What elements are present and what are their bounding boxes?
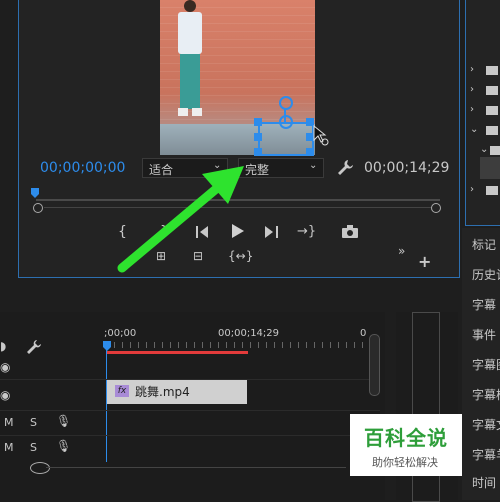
handle-tl[interactable]	[254, 118, 262, 126]
chevron-down-icon: ⌄	[309, 160, 318, 171]
duration-timecode: 00;00;14;29	[364, 160, 450, 176]
handle-bl[interactable]	[254, 148, 262, 156]
folder-icon	[486, 186, 498, 195]
expand-arrow-icon[interactable]: ›	[470, 64, 474, 75]
collapse-arrow-icon[interactable]: ⌄	[480, 144, 488, 155]
mute-label[interactable]: M	[4, 416, 14, 429]
microphone-icon[interactable]: 🎙	[56, 439, 71, 453]
folder-icon	[486, 86, 498, 95]
project-panel: › › › ⌄ ⌄ ›	[465, 0, 500, 226]
eye-icon[interactable]: ◉	[0, 388, 10, 402]
side-tab-list: 标记 历史记 字幕 事件 字幕图 字幕样 字幕文 字幕羊 时间	[462, 228, 500, 500]
tab-time[interactable]: 时间	[472, 474, 496, 491]
track-divider	[0, 435, 380, 436]
tab-markers[interactable]: 标记	[472, 236, 496, 253]
watermark-title: 百科全说	[364, 426, 448, 450]
go-to-out-icon[interactable]: →}	[297, 224, 316, 239]
zoom-handle-left[interactable]	[33, 203, 43, 213]
track-divider	[0, 410, 380, 411]
wrench-icon[interactable]	[26, 339, 42, 355]
annotation-arrow	[117, 166, 244, 273]
tab-caption-styles[interactable]: 字幕样	[472, 386, 500, 403]
mute-label[interactable]: M	[4, 441, 14, 454]
folder-icon	[490, 146, 500, 155]
fx-badge: fx	[115, 385, 129, 397]
rotation-handle[interactable]	[279, 96, 293, 110]
handle-ml[interactable]	[254, 133, 262, 141]
expand-arrow-icon[interactable]: ›	[470, 84, 474, 95]
folder-icon	[486, 126, 498, 135]
anchor-point[interactable]	[279, 115, 293, 129]
tab-caption-graphics[interactable]: 字幕图	[472, 356, 500, 373]
horizontal-scrollbar[interactable]	[30, 462, 50, 474]
ruler-start: ;00;00	[104, 328, 137, 339]
ruler-ticks[interactable]	[106, 342, 368, 348]
tab-caption-text[interactable]: 字幕文	[472, 416, 500, 433]
video-clip[interactable]: fx 跳舞.mp4	[107, 380, 247, 404]
rotate-cursor-icon	[313, 124, 329, 146]
wrench-icon[interactable]	[336, 158, 354, 176]
tab-captions[interactable]: 字幕	[472, 296, 496, 313]
playhead-line	[106, 350, 107, 462]
timeline-panel	[0, 312, 385, 500]
selected-row[interactable]	[480, 157, 500, 179]
watermark-subtitle: 助你轻松解决	[372, 456, 438, 469]
folder-icon	[486, 66, 498, 75]
person-figure	[176, 0, 204, 120]
ruler-end: 0	[360, 328, 367, 339]
tab-caption-extra[interactable]: 字幕羊	[472, 446, 500, 463]
work-area-bar[interactable]	[106, 351, 248, 354]
handle-br[interactable]	[306, 148, 314, 156]
more-icon[interactable]: »	[398, 244, 405, 258]
step-forward-icon[interactable]	[265, 226, 279, 238]
expand-arrow-icon[interactable]: ›	[470, 184, 474, 195]
microphone-icon[interactable]: 🎙	[56, 414, 71, 428]
tab-events[interactable]: 事件	[472, 326, 496, 343]
eye-icon[interactable]: ◉	[0, 360, 10, 374]
camera-icon[interactable]	[342, 225, 358, 238]
add-button-icon[interactable]: +	[418, 252, 431, 271]
folder-icon	[486, 106, 498, 115]
ruler-mid: 00;00;14;29	[218, 328, 280, 339]
solo-label[interactable]: S	[30, 416, 37, 429]
zoom-handle-right[interactable]	[431, 203, 441, 213]
marker-icon[interactable]: ◗	[0, 339, 6, 353]
watermark: 百科全说 助你轻松解决	[350, 414, 462, 476]
clip-name: 跳舞.mp4	[135, 385, 190, 399]
scroll-track	[46, 467, 346, 468]
quality-dropdown[interactable]: 完整 ⌄	[238, 158, 324, 178]
solo-label[interactable]: S	[30, 441, 37, 454]
vertical-scrollbar[interactable]	[369, 334, 380, 396]
tab-history[interactable]: 历史记	[472, 266, 500, 283]
expand-arrow-icon[interactable]: ›	[470, 104, 474, 115]
collapse-arrow-icon[interactable]: ⌄	[470, 124, 478, 135]
